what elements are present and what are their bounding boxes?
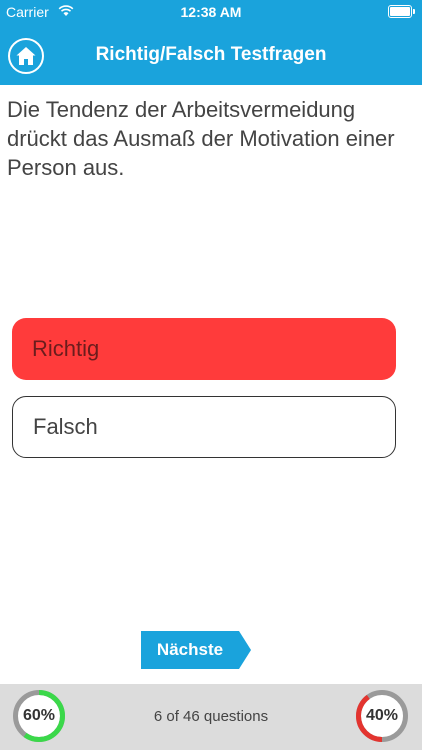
wrong-percentage: 40% [365,707,399,724]
status-bar: Carrier 12:38 AM [0,0,422,24]
next-button[interactable]: Nächste [141,631,251,669]
top-bar: Carrier 12:38 AM Richtig/Falsch Testfrag… [0,0,422,85]
footer-bar: 60% 6 of 46 questions 40% [0,684,422,750]
next-button-label: Nächste [156,640,224,659]
answer-label: Falsch [33,414,98,439]
answer-falsch-button[interactable]: Falsch [12,396,396,458]
page-title: Richtig/Falsch Testfragen [95,44,327,65]
wrong-progress-gauge: 40% [355,689,409,743]
question-text: Die Tendenz der Arbeitsvermeidung drückt… [7,97,395,180]
battery-icon [388,5,415,18]
answer-label: Richtig [32,336,100,361]
status-time: 12:38 AM [180,4,242,20]
answer-richtig-button[interactable]: Richtig [12,318,396,380]
